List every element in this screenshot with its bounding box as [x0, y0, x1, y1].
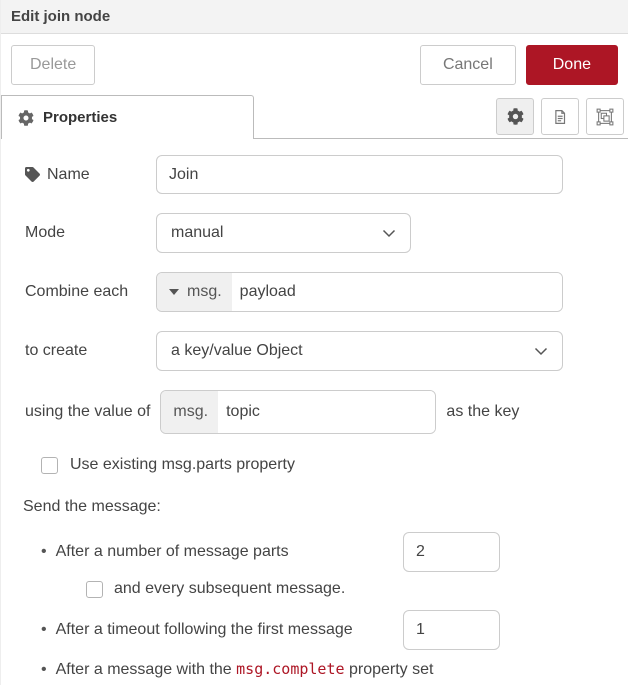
key-row-suffix: as the key	[446, 403, 519, 421]
bullet-icon: •	[41, 661, 47, 678]
bullet-icon: •	[41, 543, 47, 560]
description-tab-button[interactable]	[541, 98, 579, 135]
to-create-select-value: a key/value Object	[171, 342, 303, 360]
name-label: Name	[25, 166, 156, 184]
to-create-label: to create	[25, 342, 156, 360]
subsequent-checkbox[interactable]	[86, 581, 103, 598]
send-item-complete: • After a message with the msg.complete p…	[25, 660, 618, 679]
combine-label: Combine each	[25, 283, 156, 301]
tab-icon-buttons	[496, 98, 624, 135]
use-parts-label: Use existing msg.parts property	[70, 456, 295, 474]
subsequent-label: and every subsequent message.	[114, 580, 345, 598]
name-input[interactable]	[156, 155, 563, 194]
combine-type-button[interactable]: msg.	[157, 273, 232, 311]
to-create-row: to create a key/value Object	[25, 331, 618, 371]
key-row: using the value of msg. as the key	[25, 390, 618, 434]
subsequent-row: and every subsequent message.	[86, 580, 618, 598]
chevron-down-icon	[382, 229, 396, 238]
name-row: Name	[25, 155, 618, 194]
tab-properties-label: Properties	[43, 109, 117, 126]
mode-select[interactable]: manual	[156, 213, 411, 253]
key-row-label: using the value of	[25, 403, 150, 421]
bullet-icon: •	[41, 621, 47, 638]
key-typed-input: msg.	[160, 390, 436, 434]
tab-properties[interactable]: Properties	[1, 95, 254, 139]
timeout-input[interactable]	[403, 610, 500, 650]
gear-icon	[507, 108, 524, 125]
timeout-item-label: After a timeout following the first mess…	[56, 621, 353, 638]
gear-icon	[18, 110, 34, 126]
message-parts-count-input[interactable]	[403, 532, 500, 572]
chevron-down-icon	[534, 347, 548, 356]
use-parts-checkbox[interactable]	[41, 457, 58, 474]
name-label-text: Name	[47, 166, 90, 184]
send-message-heading: Send the message:	[23, 498, 618, 516]
cancel-button[interactable]: Cancel	[420, 45, 516, 85]
caret-down-icon	[169, 289, 179, 295]
mode-label: Mode	[25, 224, 156, 242]
dialog-title: Edit join node	[11, 8, 110, 25]
appearance-tab-button[interactable]	[586, 98, 624, 135]
dialog-action-buttons: Cancel Done	[420, 45, 618, 85]
key-type-button[interactable]: msg.	[161, 391, 218, 433]
properties-form: Name Mode manual Combine each	[1, 139, 628, 679]
complete-item-text-after: property set	[345, 661, 434, 678]
to-create-select[interactable]: a key/value Object	[156, 331, 563, 371]
edit-join-node-dialog: Edit join node Delete Cancel Done Proper…	[0, 0, 628, 685]
object-group-icon	[596, 108, 614, 126]
tag-icon	[25, 167, 40, 182]
count-item-label: After a number of message parts	[56, 543, 289, 560]
msg-complete-code: msg.complete	[236, 660, 344, 678]
key-value-input[interactable]	[218, 391, 435, 433]
use-parts-row: Use existing msg.parts property	[41, 456, 618, 474]
dialog-titlebar: Edit join node	[1, 0, 628, 34]
editor-tab-bar: Properties	[1, 95, 628, 139]
key-prefix-text: msg.	[173, 403, 208, 421]
send-item-timeout: • After a timeout following the first mes…	[25, 610, 618, 650]
combine-typed-input: msg.	[156, 272, 563, 312]
combine-row: Combine each msg.	[25, 272, 618, 312]
combine-prefix-text: msg.	[187, 283, 222, 301]
properties-tab-button[interactable]	[496, 98, 534, 135]
mode-row: Mode manual	[25, 213, 618, 253]
complete-item-text-before: After a message with the	[56, 661, 237, 678]
done-button[interactable]: Done	[526, 45, 618, 85]
combine-value-input[interactable]	[232, 273, 562, 311]
dialog-button-row: Delete Cancel Done	[1, 34, 628, 95]
delete-button[interactable]: Delete	[11, 45, 95, 85]
document-icon	[551, 108, 569, 126]
send-item-count: • After a number of message parts	[25, 532, 618, 572]
mode-select-value: manual	[171, 224, 223, 242]
